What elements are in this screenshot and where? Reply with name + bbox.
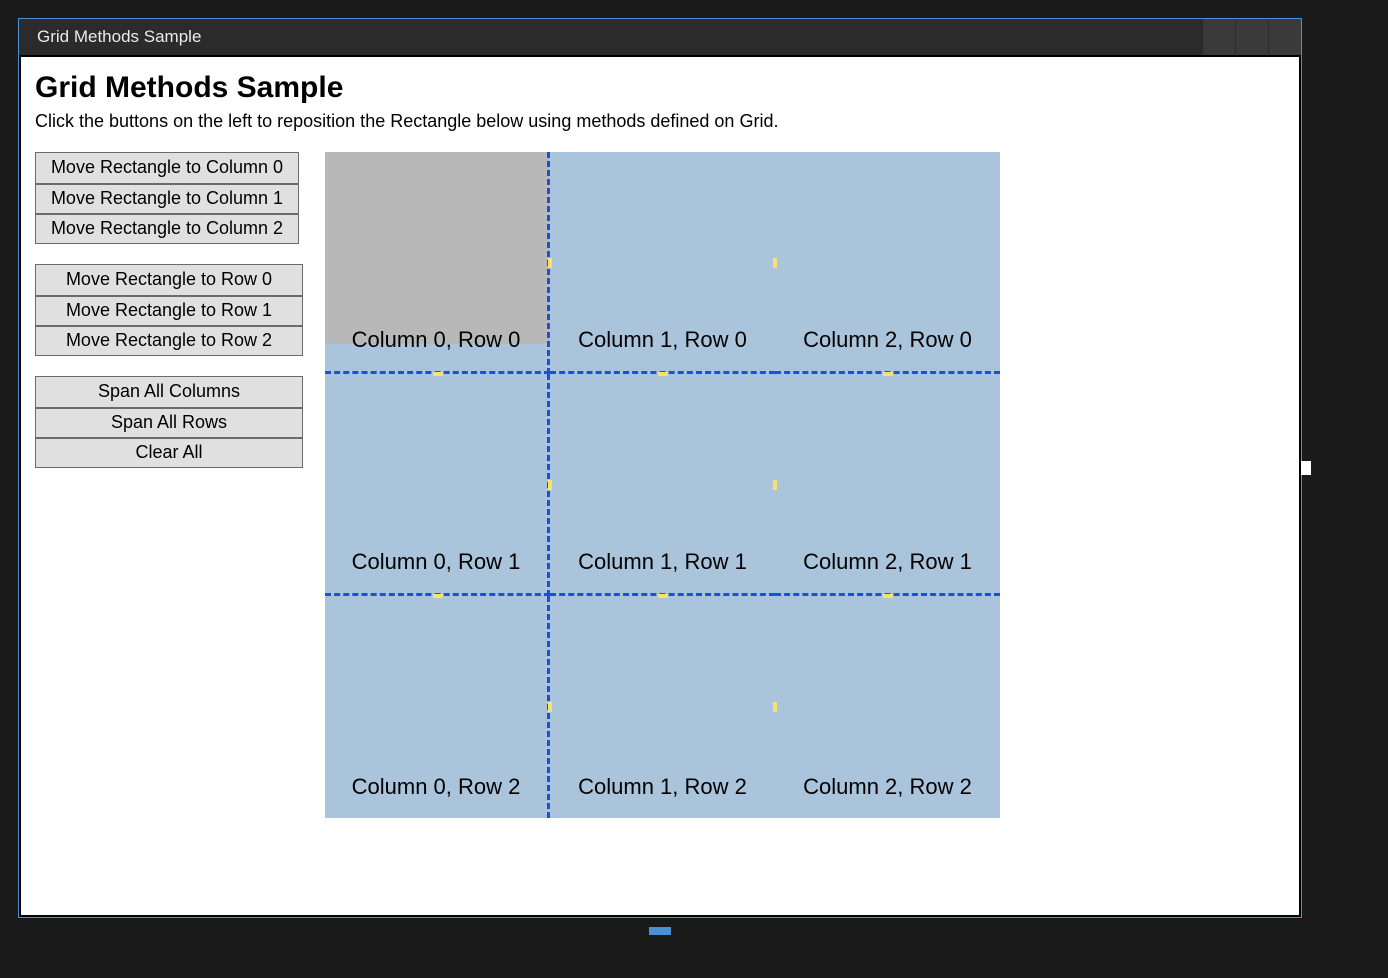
row-buttons-group: Move Rectangle to Row 0 Move Rectangle t…: [35, 264, 303, 356]
grid-cell: Column 2, Row 2: [775, 596, 1000, 818]
move-row-2-button[interactable]: Move Rectangle to Row 2: [36, 325, 302, 355]
button-panel: Move Rectangle to Column 0 Move Rectangl…: [35, 152, 303, 488]
grid-cell-label: Column 1, Row 2: [578, 774, 747, 818]
demo-grid: Column 0, Row 0 Column 1, Row 0 Column 2, …: [325, 152, 1000, 818]
gridline-tick: [433, 372, 443, 376]
page-subtitle: Click the buttons on the left to reposit…: [35, 111, 1285, 132]
maximize-button[interactable]: [1236, 19, 1268, 55]
span-all-columns-button[interactable]: Span All Columns: [36, 377, 302, 407]
designer-handle-right[interactable]: [1301, 461, 1311, 475]
grid-cell: Column 2, Row 0: [775, 152, 1000, 374]
gridline-tick: [883, 594, 893, 598]
grid-cell: Column 0, Row 0: [325, 152, 550, 374]
page-title: Grid Methods Sample: [35, 71, 1285, 105]
window-controls: [1202, 19, 1301, 55]
close-button[interactable]: [1269, 19, 1301, 55]
grid-cell-label: Column 2, Row 2: [803, 774, 972, 818]
grid-cell-label: Column 1, Row 1: [578, 549, 747, 593]
move-row-1-button[interactable]: Move Rectangle to Row 1: [36, 295, 302, 325]
grid-cell-label: Column 1, Row 0: [578, 327, 747, 371]
move-col-0-button[interactable]: Move Rectangle to Column 0: [36, 153, 298, 183]
grid-cell: Column 1, Row 0: [550, 152, 775, 374]
grid-cell: Column 1, Row 1: [550, 374, 775, 596]
grid-cell: Column 0, Row 1: [325, 374, 550, 596]
window-client-area: Grid Methods Sample Click the buttons on…: [19, 55, 1301, 917]
grid-cell-label: Column 0, Row 2: [352, 774, 521, 818]
minimize-button[interactable]: [1203, 19, 1235, 55]
span-buttons-group: Span All Columns Span All Rows Clear All: [35, 376, 303, 468]
window-titlebar: Grid Methods Sample: [19, 19, 1301, 55]
content-row: Move Rectangle to Column 0 Move Rectangl…: [35, 152, 1285, 818]
gridline-tick: [433, 594, 443, 598]
column-buttons-group: Move Rectangle to Column 0 Move Rectangl…: [35, 152, 299, 244]
gridline-tick: [548, 702, 552, 712]
span-all-rows-button[interactable]: Span All Rows: [36, 407, 302, 437]
gridline-tick: [658, 594, 668, 598]
grid-cell-label: Column 0, Row 1: [352, 549, 521, 593]
gridline-tick: [773, 258, 777, 268]
grid-cell-label: Column 2, Row 0: [803, 327, 972, 371]
gridline-tick: [658, 372, 668, 376]
grid-cell: Column 0, Row 2: [325, 596, 550, 818]
window-title: Grid Methods Sample: [37, 27, 201, 47]
grid-cell: Column 2, Row 1: [775, 374, 1000, 596]
gridline-tick: [883, 372, 893, 376]
clear-all-button[interactable]: Clear All: [36, 437, 302, 467]
grid-cell-label: Column 2, Row 1: [803, 549, 972, 593]
grid-cell-label: Column 0, Row 0: [352, 327, 521, 371]
move-col-1-button[interactable]: Move Rectangle to Column 1: [36, 183, 298, 213]
gridline-tick: [548, 258, 552, 268]
move-col-2-button[interactable]: Move Rectangle to Column 2: [36, 213, 298, 243]
grid-cell: Column 1, Row 2: [550, 596, 775, 818]
gridline-tick: [773, 480, 777, 490]
gridline-tick: [548, 480, 552, 490]
move-row-0-button[interactable]: Move Rectangle to Row 0: [36, 265, 302, 295]
designer-frame: Grid Methods Sample Grid Methods Sample …: [18, 18, 1302, 918]
gridline-tick: [773, 702, 777, 712]
